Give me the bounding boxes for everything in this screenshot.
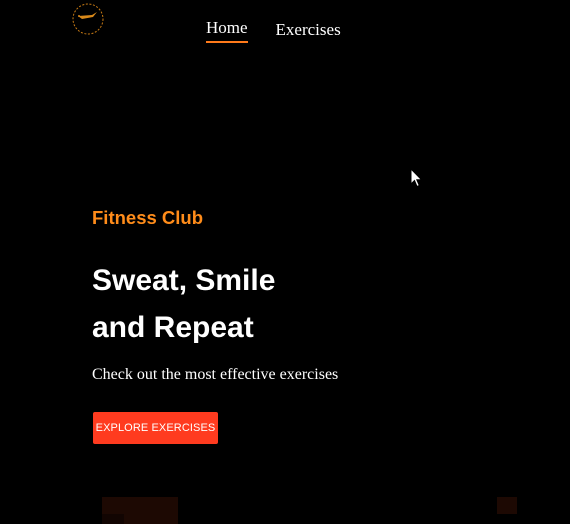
gym-badge-logo-icon[interactable] [70,2,106,36]
page: Home Exercises Fitness Club Sweat, Smile… [0,0,570,524]
hero-subtitle: Check out the most effective exercises [92,366,339,383]
hero-kicker: Fitness Club [92,207,204,228]
explore-exercises-button[interactable]: EXPLORE EXERCISES [93,412,218,444]
nav-link-home[interactable]: Home [206,18,248,43]
hero-title: Sweat, Smile and Repeat [92,257,412,351]
hero-title-line-2: and Repeat [92,311,254,344]
hero-title-line-1: Sweat, Smile [92,264,276,297]
banner-decoration-left-notch [102,514,124,524]
nav-link-exercises[interactable]: Exercises [276,20,341,43]
mouse-pointer-icon [410,168,423,188]
main-nav: Home Exercises [206,18,341,43]
banner-decoration-right [497,497,517,514]
